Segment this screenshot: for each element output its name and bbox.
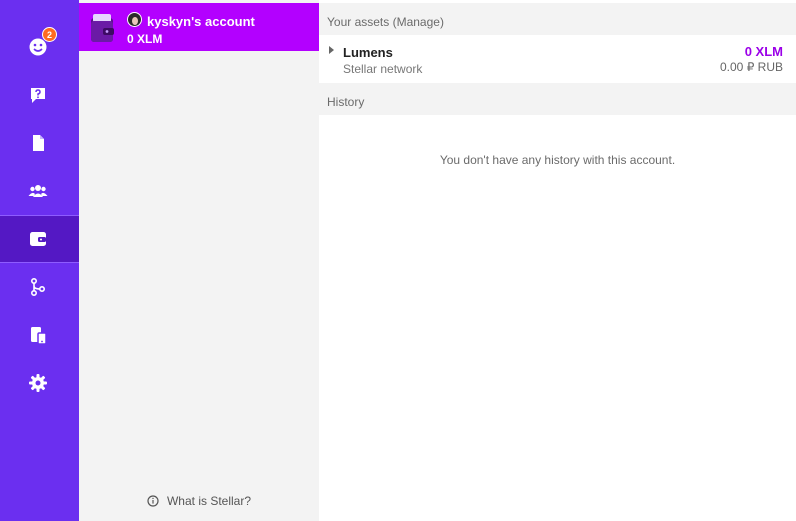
nav-item-support[interactable] [0, 71, 79, 119]
history-empty-message: You don't have any history with this acc… [439, 153, 676, 167]
unread-badge: 2 [42, 27, 57, 42]
nav-item-contacts[interactable] [0, 167, 79, 215]
group-icon [28, 185, 47, 197]
nav-item-devices[interactable] [0, 311, 79, 359]
info-icon [147, 495, 159, 507]
assets-header[interactable]: Your assets (Manage) [319, 3, 796, 35]
nav-item-documents[interactable] [0, 119, 79, 167]
nav-item-chats[interactable]: 2 [0, 23, 79, 71]
wallet-icon [29, 232, 46, 246]
nav-item-wallet[interactable] [0, 215, 79, 263]
asset-name: Lumens [343, 45, 393, 60]
accounts-panel: kyskyn's account 0 XLM What is Stellar? [79, 0, 319, 521]
git-branch-icon [30, 277, 45, 297]
avatar [127, 12, 142, 27]
asset-amount: 0 XLM [744, 44, 783, 59]
main-panel: Your assets (Manage) Lumens Stellar netw… [319, 0, 796, 521]
gear-icon [28, 374, 47, 392]
document-icon [32, 135, 44, 151]
account-row[interactable]: kyskyn's account 0 XLM [79, 3, 319, 51]
nav-rail: 2 [0, 0, 79, 521]
devices-icon [30, 327, 47, 345]
history-header: History [319, 83, 796, 115]
asset-network: Stellar network [343, 62, 423, 76]
what-is-stellar-label: What is Stellar? [166, 494, 252, 508]
expand-caret-icon[interactable] [329, 46, 334, 54]
help-chat-icon [30, 88, 45, 103]
account-name: kyskyn's account [147, 14, 255, 29]
asset-fiat-value: 0.00 ₽ RUB [720, 60, 783, 74]
wallet-icon [91, 14, 114, 42]
what-is-stellar-link[interactable]: What is Stellar? [79, 494, 319, 508]
nav-item-git[interactable] [0, 263, 79, 311]
asset-row-lumens[interactable]: Lumens Stellar network 0 XLM 0.00 ₽ RUB [319, 35, 796, 83]
account-balance: 0 XLM [127, 32, 163, 46]
nav-item-settings[interactable] [0, 359, 79, 407]
